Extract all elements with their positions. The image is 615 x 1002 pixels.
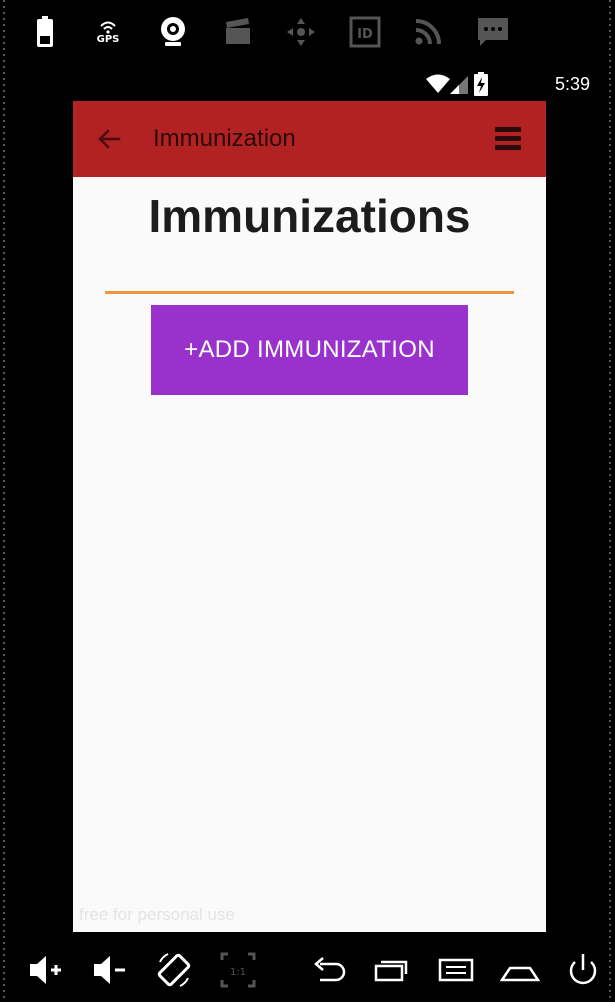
arrow-left-icon xyxy=(98,129,121,149)
page-heading: Immunizations xyxy=(148,190,471,242)
menu-button[interactable] xyxy=(495,127,521,151)
status-time: 5:39 xyxy=(554,74,590,94)
gps-label: GPS xyxy=(96,33,120,45)
status-bar: 5:39 xyxy=(420,72,590,98)
signal-icon xyxy=(450,74,468,99)
id-icon[interactable]: ID xyxy=(347,14,383,50)
dpad-icon[interactable] xyxy=(283,14,319,50)
svg-text:ID: ID xyxy=(357,27,373,42)
scale-label: 1:1 xyxy=(230,967,246,978)
back-icon[interactable] xyxy=(308,950,348,990)
device-screen: Immunization Immunizations +ADD IMMUNIZA… xyxy=(73,101,546,932)
menu-icon[interactable] xyxy=(436,950,476,990)
left-border xyxy=(3,0,5,1002)
clapperboard-icon[interactable] xyxy=(220,14,256,50)
right-border xyxy=(609,0,611,1002)
rotate-icon[interactable] xyxy=(154,950,194,990)
back-button[interactable] xyxy=(93,123,125,155)
sms-icon[interactable] xyxy=(475,14,511,50)
heading-divider xyxy=(105,291,514,294)
home-icon[interactable] xyxy=(499,950,541,990)
wifi-icon xyxy=(426,74,450,99)
app-title: Immunization xyxy=(153,125,296,152)
gps-icon[interactable]: GPS xyxy=(90,14,126,50)
webcam-icon[interactable] xyxy=(155,14,191,50)
app-bar: Immunization xyxy=(73,101,546,177)
power-icon[interactable] xyxy=(563,950,603,990)
emulator-top-toolbar: GPS ID xyxy=(0,0,615,66)
emulator-bottom-toolbar: 1:1 xyxy=(0,940,615,1002)
scale-icon[interactable]: 1:1 xyxy=(218,950,258,990)
volume-up-icon[interactable] xyxy=(26,950,66,990)
rss-icon[interactable] xyxy=(410,14,446,50)
watermark: free for personal use xyxy=(79,905,235,924)
volume-down-icon[interactable] xyxy=(90,950,130,990)
battery-icon[interactable] xyxy=(30,14,60,50)
add-immunization-button[interactable]: +ADD IMMUNIZATION xyxy=(151,305,468,395)
battery-charging-icon xyxy=(474,72,488,101)
recent-apps-icon[interactable] xyxy=(372,950,412,990)
